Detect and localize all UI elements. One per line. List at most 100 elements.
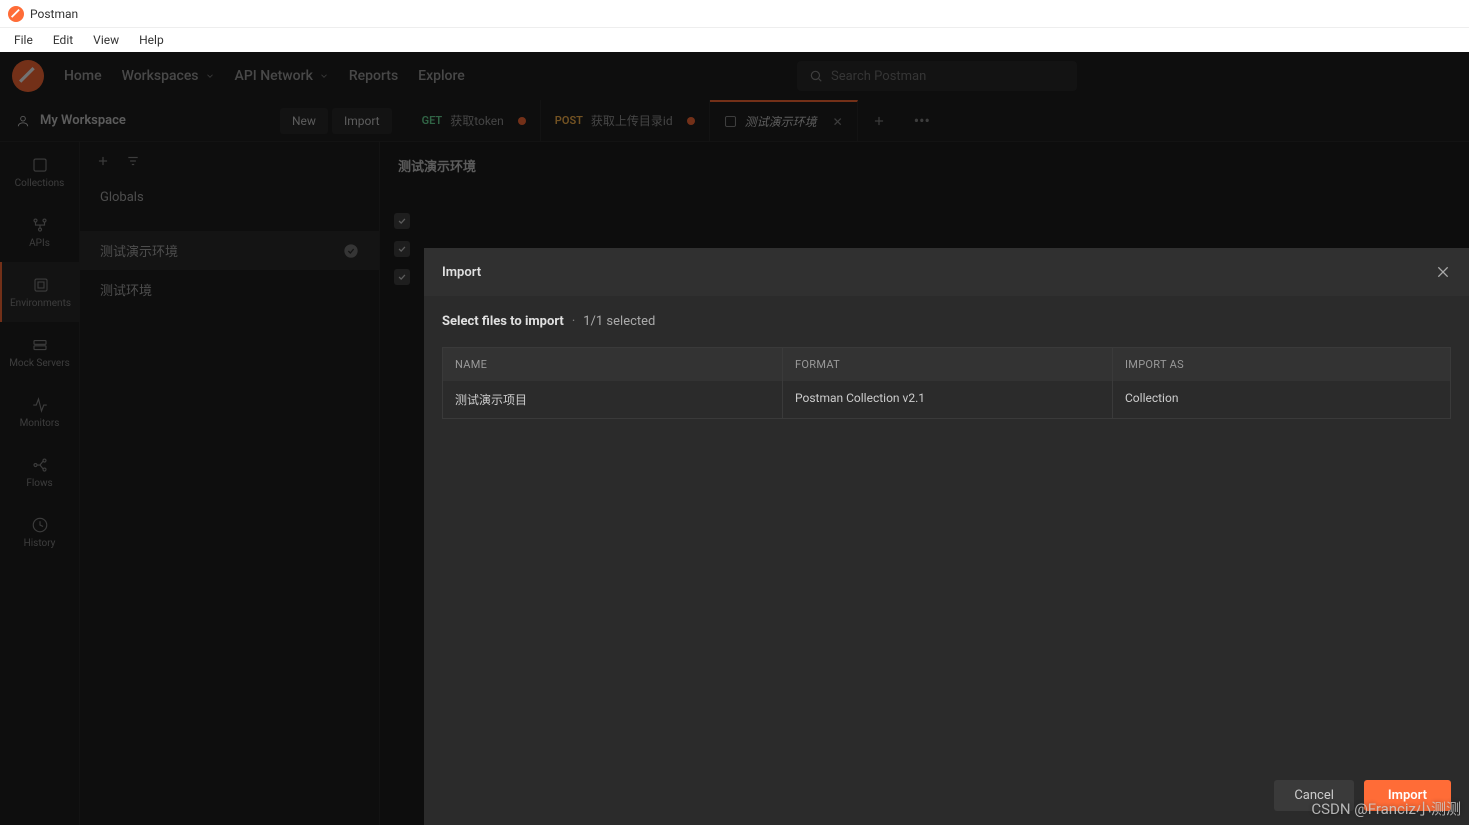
modal-subhead-text: Select files to import <box>442 314 564 329</box>
more-tabs-button[interactable]: ••• <box>900 100 944 142</box>
environment-icon <box>724 115 737 128</box>
separator: · <box>572 314 575 329</box>
import-table: NAME FORMAT IMPORT AS 测试演示项目 Postman Col… <box>442 347 1451 419</box>
tab-label: 获取token <box>450 112 504 129</box>
environment-list-panel: Globals 测试演示环境 测试环境 <box>80 142 380 825</box>
sidebar-item-collections[interactable]: Collections <box>0 142 79 202</box>
nav-reports[interactable]: Reports <box>349 68 398 84</box>
sidebar-env-globals[interactable]: Globals <box>80 180 379 215</box>
cell-name: 测试演示项目 <box>443 381 783 418</box>
modal-header: Import <box>424 248 1469 296</box>
filter-icon[interactable] <box>126 154 140 168</box>
sidebar-item-label: Collections <box>15 178 65 189</box>
search-input[interactable] <box>831 69 1065 84</box>
window-titlebar: Postman <box>0 0 1469 28</box>
nav-api-network-label: API Network <box>235 68 313 84</box>
add-tab-button[interactable] <box>858 100 900 142</box>
col-header-import-as: IMPORT AS <box>1113 348 1450 381</box>
flows-icon <box>31 456 49 474</box>
more-icon: ••• <box>914 111 930 130</box>
apis-icon <box>31 216 49 234</box>
sidebar-item-flows[interactable]: Flows <box>0 442 79 502</box>
menu-file[interactable]: File <box>4 31 43 49</box>
check-icon <box>397 272 407 282</box>
environment-title: 测试演示环境 <box>380 142 1469 189</box>
chevron-down-icon <box>319 71 329 81</box>
sidebar-item-monitors[interactable]: Monitors <box>0 382 79 442</box>
sidebar-item-history[interactable]: History <box>0 502 79 562</box>
menu-view[interactable]: View <box>83 31 129 49</box>
postman-logo-icon[interactable] <box>12 60 44 92</box>
sidebar-item-label: Monitors <box>20 418 60 429</box>
chevron-down-icon <box>205 71 215 81</box>
sidebar-env-item[interactable]: 测试环境 <box>80 270 379 309</box>
search-box[interactable] <box>797 61 1077 91</box>
env-name: 测试环境 <box>100 280 152 299</box>
plus-icon[interactable] <box>96 154 110 168</box>
sidebar-item-label: History <box>24 538 56 549</box>
sidebar-item-label: APIs <box>29 238 50 249</box>
sidebar-item-environments[interactable]: Environments <box>0 262 79 322</box>
new-button[interactable]: New <box>280 108 328 134</box>
modal-subheading: Select files to import · 1/1 selected <box>424 296 1469 347</box>
user-icon <box>16 114 30 128</box>
import-button[interactable]: Import <box>332 108 392 134</box>
workspace-name: My Workspace <box>40 113 126 128</box>
workspace-selector[interactable]: My Workspace <box>0 113 280 128</box>
nav-home[interactable]: Home <box>64 68 102 84</box>
menu-edit[interactable]: Edit <box>43 31 83 49</box>
nav-workspaces[interactable]: Workspaces <box>122 68 215 84</box>
unsaved-dot-icon <box>518 117 526 125</box>
environment-list-toolbar <box>80 142 379 180</box>
mock-servers-icon <box>31 336 49 354</box>
checkbox[interactable] <box>394 241 410 257</box>
watermark: CSDN @Franciz小测测 <box>1311 798 1461 819</box>
table-header-row: NAME FORMAT IMPORT AS <box>443 348 1450 381</box>
col-header-format: FORMAT <box>783 348 1113 381</box>
sidebar-item-label: Flows <box>26 478 52 489</box>
top-navigation: Home Workspaces API Network Reports Expl… <box>0 52 1469 100</box>
postman-logo-icon <box>8 6 24 22</box>
selected-count: 1/1 selected <box>583 314 655 329</box>
cell-import-as: Collection <box>1113 381 1450 418</box>
table-row[interactable]: 测试演示项目 Postman Collection v2.1 Collectio… <box>443 381 1450 418</box>
col-header-name: NAME <box>443 348 783 381</box>
window-title: Postman <box>30 7 78 21</box>
method-badge: GET <box>422 114 443 127</box>
tab-request-get[interactable]: GET 获取token <box>408 100 541 142</box>
unsaved-dot-icon <box>687 117 695 125</box>
sidebar-env-item[interactable]: 测试演示环境 <box>80 231 379 270</box>
environments-icon <box>32 276 50 294</box>
menubar: File Edit View Help <box>0 28 1469 52</box>
nav-workspaces-label: Workspaces <box>122 68 199 84</box>
sidebar-item-label: Environments <box>10 298 71 309</box>
nav-api-network[interactable]: API Network <box>235 68 329 84</box>
tab-label: 获取上传目录id <box>591 112 673 129</box>
search-icon <box>809 69 823 83</box>
method-badge: POST <box>555 114 583 127</box>
sidebar-item-mock-servers[interactable]: Mock Servers <box>0 322 79 382</box>
workspace-header: My Workspace New Import GET 获取token POST… <box>0 100 1469 142</box>
history-icon <box>31 516 49 534</box>
check-icon <box>397 244 407 254</box>
tab-bar: GET 获取token POST 获取上传目录id 测试演示环境 ✕ ••• <box>408 100 944 142</box>
menu-help[interactable]: Help <box>129 31 174 49</box>
sidebar-item-apis[interactable]: APIs <box>0 202 79 262</box>
tab-environment[interactable]: 测试演示环境 ✕ <box>710 100 858 142</box>
nav-explore[interactable]: Explore <box>418 68 465 84</box>
close-icon[interactable]: ✕ <box>833 115 843 129</box>
monitors-icon <box>31 396 49 414</box>
checkbox[interactable] <box>394 269 410 285</box>
check-circle-icon <box>343 243 359 259</box>
checkbox[interactable] <box>394 213 410 229</box>
env-name: 测试演示环境 <box>100 241 178 260</box>
collections-icon <box>31 156 49 174</box>
import-modal: Import Select files to import · 1/1 sele… <box>424 248 1469 825</box>
sidebar-nav: Collections APIs Environments Mock Serve… <box>0 142 80 825</box>
close-icon[interactable] <box>1435 264 1451 280</box>
sidebar-item-label: Mock Servers <box>9 358 70 369</box>
check-icon <box>397 216 407 226</box>
tab-label: 测试演示环境 <box>745 113 817 130</box>
tab-request-post[interactable]: POST 获取上传目录id <box>541 100 710 142</box>
modal-title: Import <box>442 265 481 280</box>
